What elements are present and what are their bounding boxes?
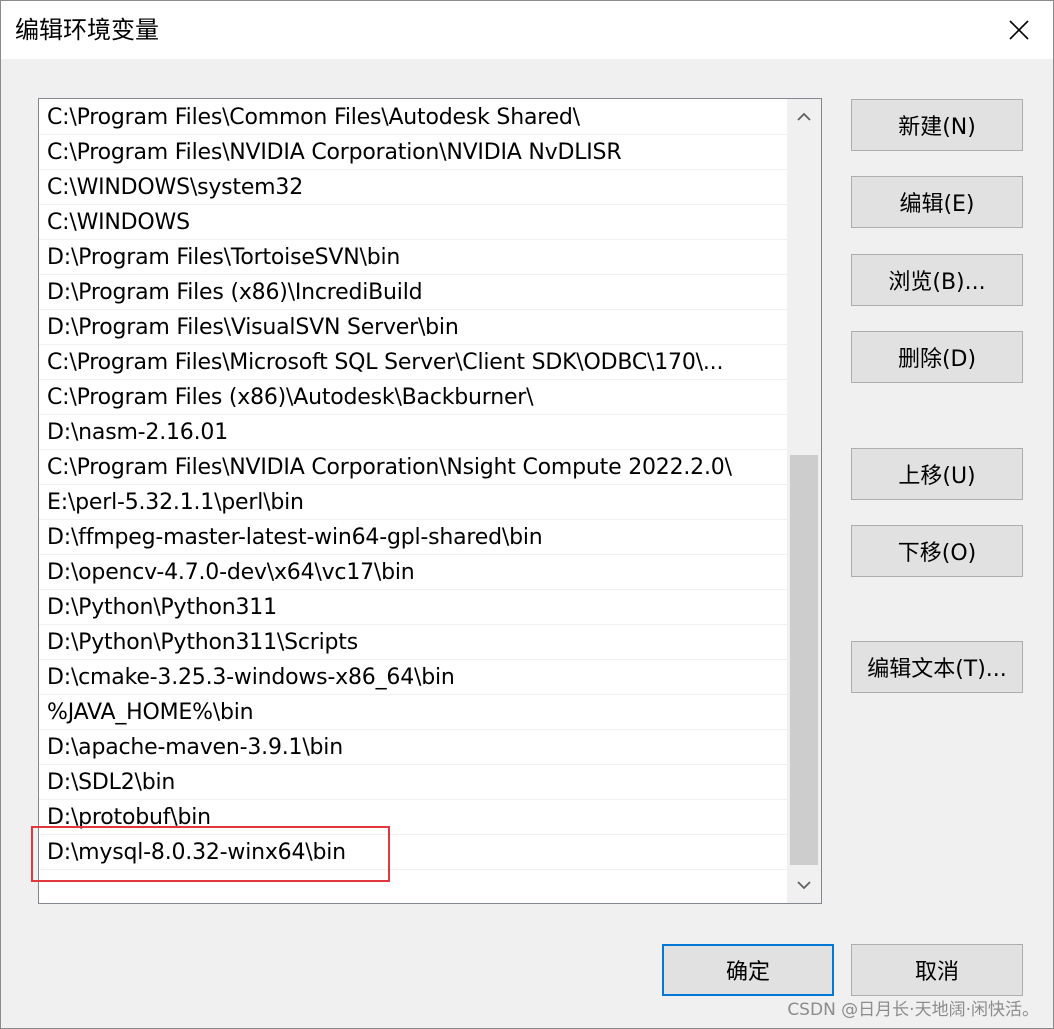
- path-list-item[interactable]: E:\perl-5.32.1.1\perl\bin: [39, 485, 787, 520]
- path-list-item[interactable]: D:\apache-maven-3.9.1\bin: [39, 730, 787, 765]
- path-list-item[interactable]: D:\Program Files\TortoiseSVN\bin: [39, 240, 787, 275]
- browse-button[interactable]: 浏览(B)...: [851, 254, 1023, 306]
- dialog-title: 编辑环境变量: [15, 16, 159, 44]
- path-list-item[interactable]: C:\Program Files\NVIDIA Corporation\Nsig…: [39, 450, 787, 485]
- cancel-button[interactable]: 取消: [851, 944, 1023, 996]
- ok-button[interactable]: 确定: [662, 944, 834, 996]
- path-list-item[interactable]: C:\Program Files\Microsoft SQL Server\Cl…: [39, 345, 787, 380]
- path-list-item[interactable]: D:\SDL2\bin: [39, 765, 787, 800]
- path-list-item[interactable]: D:\cmake-3.25.3-windows-x86_64\bin: [39, 660, 787, 695]
- edit-button[interactable]: 编辑(E): [851, 176, 1023, 228]
- path-list-item[interactable]: D:\opencv-4.7.0-dev\x64\vc17\bin: [39, 555, 787, 590]
- chevron-down-icon: [797, 881, 811, 890]
- path-list-item[interactable]: C:\Program Files (x86)\Autodesk\Backburn…: [39, 380, 787, 415]
- path-list-item[interactable]: D:\mysql-8.0.32-winx64\bin: [39, 835, 787, 870]
- path-list-item[interactable]: D:\nasm-2.16.01: [39, 415, 787, 450]
- path-list-item[interactable]: C:\WINDOWS: [39, 205, 787, 240]
- close-icon: [1009, 20, 1029, 40]
- path-list-item[interactable]: C:\Program Files\Common Files\Autodesk S…: [39, 100, 787, 135]
- edit-env-var-dialog: 编辑环境变量 C:\Program Files\Common Files\Aut…: [0, 0, 1054, 1029]
- path-list-item[interactable]: C:\WINDOWS\system32: [39, 170, 787, 205]
- close-button[interactable]: [985, 1, 1053, 59]
- move-down-button[interactable]: 下移(O): [851, 525, 1023, 577]
- scroll-up-button[interactable]: [787, 99, 821, 135]
- path-list[interactable]: C:\Program Files\Common Files\Autodesk S…: [38, 98, 822, 904]
- delete-button[interactable]: 删除(D): [851, 331, 1023, 383]
- chevron-up-icon: [797, 112, 811, 121]
- edit-text-button[interactable]: 编辑文本(T)...: [851, 641, 1023, 693]
- scrollbar-thumb[interactable]: [790, 455, 818, 865]
- path-list-item[interactable]: D:\Python\Python311\Scripts: [39, 625, 787, 660]
- path-list-item[interactable]: D:\Python\Python311: [39, 590, 787, 625]
- path-list-item[interactable]: C:\Program Files\NVIDIA Corporation\NVID…: [39, 135, 787, 170]
- path-list-item[interactable]: D:\protobuf\bin: [39, 800, 787, 835]
- path-list-item[interactable]: D:\Program Files (x86)\IncrediBuild: [39, 275, 787, 310]
- move-up-button[interactable]: 上移(U): [851, 448, 1023, 500]
- scroll-down-button[interactable]: [787, 867, 821, 903]
- path-list-items: C:\Program Files\Common Files\Autodesk S…: [39, 100, 787, 870]
- path-list-item[interactable]: D:\ffmpeg-master-latest-win64-gpl-shared…: [39, 520, 787, 555]
- path-list-item[interactable]: D:\Program Files\VisualSVN Server\bin: [39, 310, 787, 345]
- vertical-scrollbar[interactable]: [787, 99, 821, 903]
- title-bar: 编辑环境变量: [1, 1, 1053, 59]
- path-list-item[interactable]: %JAVA_HOME%\bin: [39, 695, 787, 730]
- new-button[interactable]: 新建(N): [851, 99, 1023, 151]
- watermark: CSDN @日月长·天地阔·闲快活。: [787, 1000, 1039, 1020]
